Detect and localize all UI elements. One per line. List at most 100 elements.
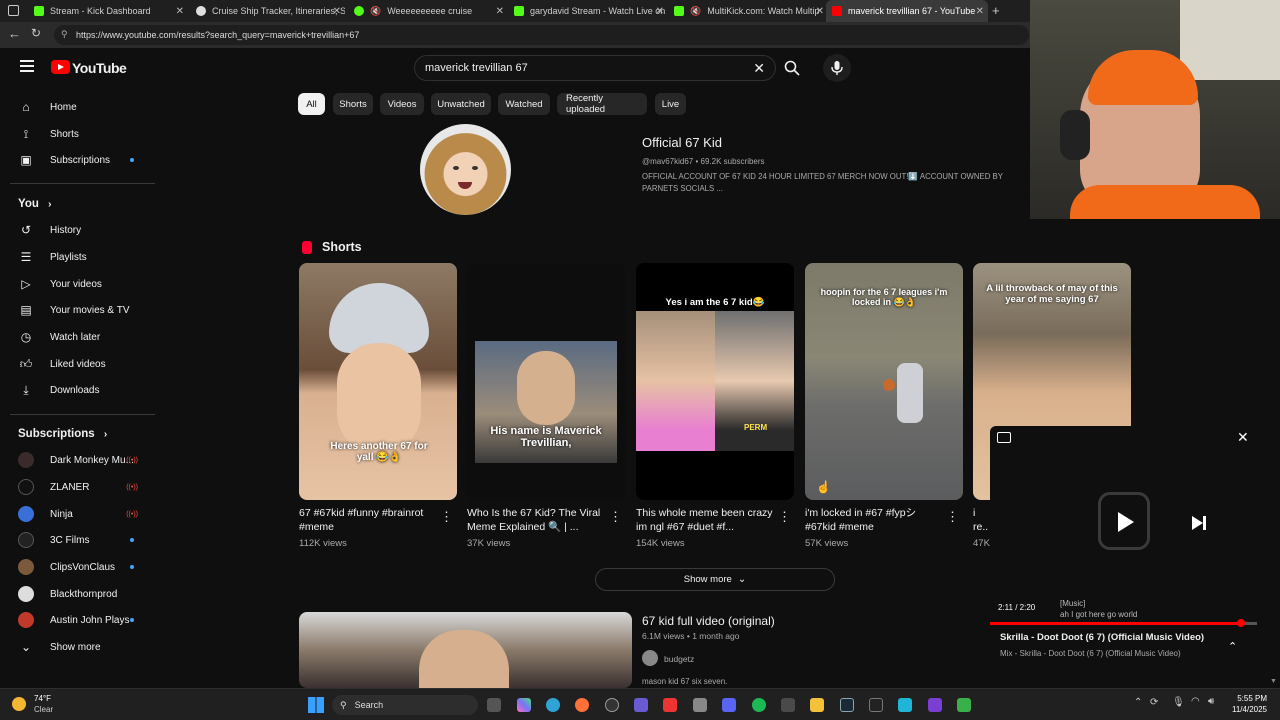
weather-temp[interactable]: 74°F: [34, 694, 51, 703]
close-tab-icon[interactable]: ✕: [176, 6, 184, 17]
chip-videos[interactable]: Videos: [380, 93, 424, 115]
sidebar-show-more[interactable]: ⌄ Show more: [10, 635, 150, 659]
browser-tab[interactable]: 🔇 MultiKick.com: Watch Multip ✕: [668, 0, 828, 22]
music-icon[interactable]: [693, 698, 707, 712]
obs-icon[interactable]: [605, 698, 619, 712]
short-title[interactable]: Who Is the 67 Kid? The Viral Meme Explai…: [467, 506, 607, 534]
back-icon[interactable]: ←: [8, 26, 21, 41]
browser-tab-active[interactable]: maverick trevillian 67 - YouTube ✕: [826, 0, 988, 22]
muted-speaker-icon[interactable]: 🔇: [370, 6, 381, 17]
sidebar-subscriptions-header[interactable]: Subscriptions ›: [18, 428, 107, 440]
weather-icon[interactable]: [12, 697, 26, 711]
edge-icon[interactable]: [546, 698, 560, 712]
browser-tab[interactable]: garydavid Stream - Watch Live on ✕: [508, 0, 668, 22]
firefox-icon[interactable]: [575, 698, 589, 712]
mini-player-title[interactable]: Skrilla - Doot Doot (6 7) (Official Musi…: [1000, 632, 1204, 643]
short-title[interactable]: 67 #67kid #funny #brainrot #meme: [299, 506, 439, 534]
sidebar-item-your-videos[interactable]: ▷ Your videos: [10, 272, 150, 296]
channel-avatar[interactable]: [420, 124, 511, 215]
app-icon[interactable]: [634, 698, 648, 712]
spotify-icon[interactable]: [752, 698, 766, 712]
close-icon[interactable]: ✕: [1237, 429, 1249, 446]
short-thumbnail[interactable]: His name is Maverick Trevillian,: [467, 263, 625, 500]
sidebar-subscription[interactable]: Blackthornprod: [10, 582, 150, 606]
wifi-icon[interactable]: ◠: [1191, 696, 1200, 707]
short-title[interactable]: i'm locked in #67 #fypシ #67kid #meme: [805, 506, 945, 534]
channel-name[interactable]: Official 67 Kid: [642, 135, 722, 150]
tab-actions-icon[interactable]: [8, 5, 19, 16]
new-tab-icon[interactable]: +: [992, 3, 1000, 18]
sidebar-subscription[interactable]: Ninja ((•)): [10, 502, 150, 526]
sidebar-subscription[interactable]: 3C Films: [10, 528, 150, 552]
sidebar-item-liked[interactable]: 👍︎ Liked videos: [10, 352, 150, 376]
chip-shorts[interactable]: Shorts: [333, 93, 373, 115]
clock-date[interactable]: 11/4/2025: [1220, 705, 1267, 714]
mini-player[interactable]: ✕ 2:11 / 2:20 [Music] ah I got here go w…: [990, 426, 1257, 674]
show-more-button[interactable]: Show more ⌄: [595, 568, 835, 591]
play-icon[interactable]: [1118, 512, 1134, 532]
muted-speaker-icon[interactable]: 🔇: [690, 6, 701, 17]
sidebar-subscription[interactable]: ZLANER ((•)): [10, 475, 150, 499]
video-channel[interactable]: budgetz: [664, 654, 694, 664]
sidebar-item-movies[interactable]: ▤ Your movies & TV: [10, 298, 150, 322]
scrollbar[interactable]: ▼: [1270, 678, 1277, 685]
discord-icon[interactable]: [722, 698, 736, 712]
short-thumbnail[interactable]: hoopin for the 6 7 leagues i'm locked in…: [805, 263, 963, 500]
sidebar-subscription[interactable]: Dark Monkey Mu... ((•)): [10, 448, 150, 472]
close-tab-icon[interactable]: ✕: [816, 6, 824, 17]
chevron-up-icon[interactable]: ⌃: [1228, 640, 1237, 653]
close-tab-icon[interactable]: ✕: [656, 6, 664, 17]
sidebar-subscription[interactable]: ClipsVonClaus: [10, 555, 150, 579]
clock-time[interactable]: 5:55 PM: [1227, 694, 1267, 703]
browser-tab[interactable]: Stream - Kick Dashboard ✕: [28, 0, 188, 22]
app-icon[interactable]: [781, 698, 795, 712]
sidebar-subscription[interactable]: Austin John Plays: [10, 608, 150, 632]
close-tab-icon[interactable]: ✕: [496, 6, 504, 17]
short-thumbnail[interactable]: Heres another 67 for yall 😂👌: [299, 263, 457, 500]
copilot-icon[interactable]: [517, 698, 531, 712]
app-icon[interactable]: [898, 698, 912, 712]
reload-icon[interactable]: ↻: [31, 26, 41, 40]
progress-track[interactable]: [990, 622, 1257, 625]
more-actions-icon[interactable]: ⋮: [778, 509, 791, 525]
sidebar-item-playlists[interactable]: ☰ Playlists: [10, 245, 150, 269]
volume-icon[interactable]: 🔊︎: [1208, 696, 1214, 707]
sidebar-item-home[interactable]: ⌂ Home: [10, 95, 150, 119]
chip-all[interactable]: All: [298, 93, 325, 115]
network-icon[interactable]: ⟳: [1150, 697, 1158, 708]
app-icon[interactable]: [869, 698, 883, 712]
windows-start-icon[interactable]: [308, 697, 324, 713]
more-actions-icon[interactable]: ⋮: [609, 509, 622, 525]
chip-live[interactable]: Live: [655, 93, 686, 115]
search-icon[interactable]: [778, 55, 806, 81]
expand-icon[interactable]: [997, 432, 1011, 443]
close-tab-icon[interactable]: ✕: [333, 6, 341, 17]
sidebar-item-subscriptions[interactable]: ▣ Subscriptions: [10, 148, 150, 172]
sidebar-you-header[interactable]: You ›: [18, 198, 51, 210]
sidebar-item-shorts[interactable]: ⟟ Shorts: [10, 122, 150, 146]
video-thumbnail[interactable]: [299, 612, 632, 688]
clear-search-icon[interactable]: ✕: [753, 60, 765, 77]
next-icon[interactable]: [1192, 516, 1203, 530]
channel-avatar-small[interactable]: [642, 650, 658, 666]
search-input[interactable]: maverick trevillian 67 ✕: [414, 55, 776, 81]
app-icon[interactable]: [663, 698, 677, 712]
chip-watched[interactable]: Watched: [498, 93, 550, 115]
short-thumbnail[interactable]: Yes i am the 6 7 kid😂 PERM: [636, 263, 794, 500]
sidebar-item-downloads[interactable]: ⤓ Downloads: [10, 378, 150, 402]
close-tab-icon[interactable]: ✕: [976, 6, 984, 17]
app-icon[interactable]: [957, 698, 971, 712]
site-info-icon[interactable]: ⚲: [61, 29, 68, 40]
sidebar-item-history[interactable]: ↺ History: [10, 218, 150, 242]
more-actions-icon[interactable]: ⋮: [946, 509, 959, 525]
short-title[interactable]: i re... pho...: [973, 506, 989, 534]
video-title[interactable]: 67 kid full video (original): [642, 614, 775, 628]
chip-unwatched[interactable]: Unwatched: [431, 93, 491, 115]
sidebar-item-watch-later[interactable]: ◷ Watch later: [10, 325, 150, 349]
microphone-icon[interactable]: 🎙︎: [1172, 697, 1185, 708]
chip-recently-uploaded[interactable]: Recently uploaded: [557, 93, 647, 115]
fx-icon[interactable]: [928, 698, 942, 712]
microphone-icon[interactable]: [823, 54, 851, 82]
browser-tab[interactable]: Cruise Ship Tracker, Itineraries, Sc ✕: [190, 0, 345, 22]
more-actions-icon[interactable]: ⋮: [440, 509, 453, 525]
